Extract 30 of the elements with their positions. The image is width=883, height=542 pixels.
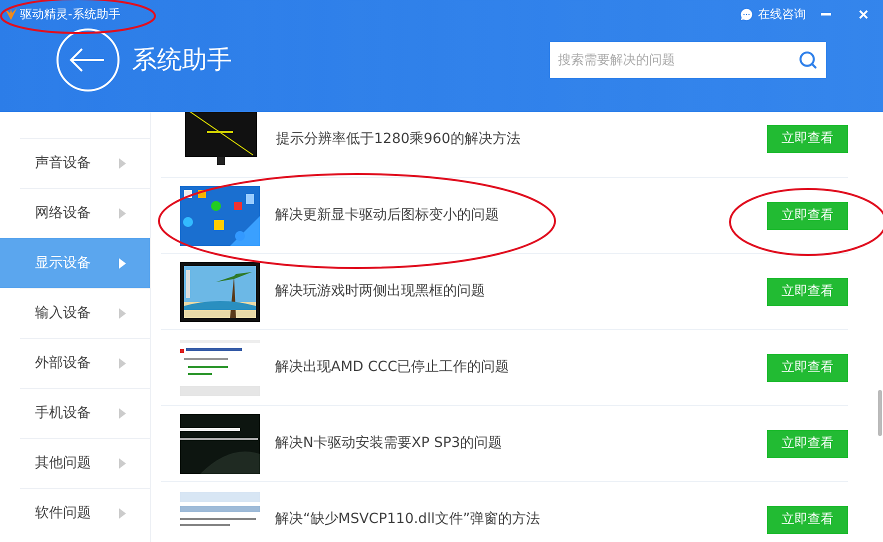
scrollbar[interactable] [878, 390, 882, 436]
caret-icon [119, 508, 126, 519]
article-title[interactable]: 解决玩游戏时两侧出现黑框的问题 [275, 281, 767, 302]
sidebar-item[interactable]: 软件问题 [20, 488, 150, 538]
caret-icon [119, 308, 126, 319]
caret-icon [119, 158, 126, 169]
window-title: 驱动精灵-系统助手 [20, 6, 120, 23]
sidebar-item[interactable]: 声音设备 [20, 138, 150, 188]
logo-icon [4, 7, 18, 21]
page-title: 系统助手 [132, 44, 232, 76]
caret-icon [119, 258, 126, 268]
caret-icon [119, 208, 126, 219]
caret-icon [119, 358, 126, 369]
search-field[interactable]: 搜索需要解决的问题 [550, 42, 826, 78]
close-icon[interactable] [858, 8, 869, 20]
article-title[interactable]: 解决更新显卡驱动后图标变小的问题 [275, 205, 767, 226]
back-icon[interactable] [56, 28, 120, 92]
sidebar-item[interactable]: 输入设备 [20, 288, 150, 338]
sidebar-item[interactable]: 手机设备 [20, 388, 150, 438]
chat-icon[interactable] [739, 6, 754, 22]
sidebar-item[interactable]: 外部设备 [20, 338, 150, 388]
caret-icon [119, 458, 126, 469]
sidebar-item[interactable]: 其他问题 [20, 438, 150, 488]
article-title[interactable]: 解决“缺少MSVCP110.dll文件”弹窗的方法 [275, 509, 767, 530]
consult-link[interactable]: 在线咨询 [758, 5, 806, 23]
article-title[interactable]: 提示分辨率低于1280乘960的解决方法 [276, 128, 767, 150]
article-title[interactable]: 解决出现AMD CCC已停止工作的问题 [275, 357, 767, 378]
article-title[interactable]: 解决N卡驱动安装需要XP SP3的问题 [275, 433, 767, 454]
search-icon[interactable] [798, 50, 818, 70]
caret-icon [119, 408, 126, 419]
